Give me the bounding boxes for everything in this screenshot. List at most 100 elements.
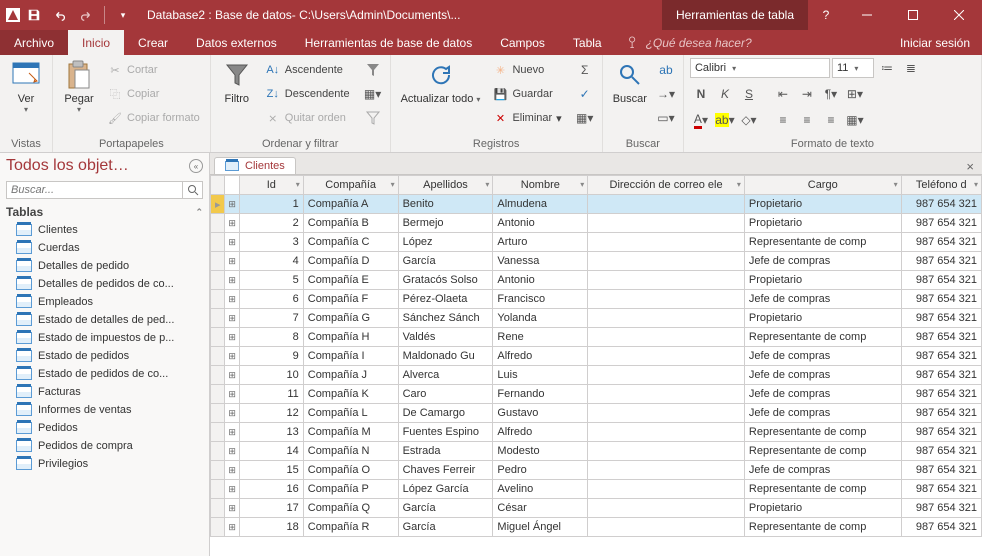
cell-apellidos[interactable]: Caro [398,385,493,404]
cell-apellidos[interactable]: López García [398,480,493,499]
indent-increase-button[interactable]: ⇥ [796,83,818,105]
nav-item[interactable]: Pedidos de compra [0,437,209,455]
expand-button[interactable]: ⊞ [225,404,239,423]
cell-telefono[interactable]: 987 654 321 [901,404,981,423]
italic-button[interactable]: K [714,83,736,105]
nav-item[interactable]: Pedidos [0,419,209,437]
nav-item[interactable]: Cuerdas [0,239,209,257]
cell-email[interactable] [588,309,745,328]
cell-email[interactable] [588,195,745,214]
bold-button[interactable]: N [690,83,712,105]
cell-compania[interactable]: Compañía K [303,385,398,404]
cell-apellidos[interactable]: Chaves Ferreir [398,461,493,480]
expand-button[interactable]: ⊞ [225,461,239,480]
nav-item[interactable]: Empleados [0,293,209,311]
cell-apellidos[interactable]: Valdés [398,328,493,347]
cell-id[interactable]: 7 [239,309,303,328]
cell-email[interactable] [588,366,745,385]
row-selector[interactable] [211,290,225,309]
chevron-down-icon[interactable]: ▾ [894,180,898,189]
cell-cargo[interactable]: Representante de comp [744,442,901,461]
cell-id[interactable]: 18 [239,518,303,537]
save-record-button[interactable]: 💾Guardar [488,83,565,105]
text-direction-button[interactable]: ¶▾ [820,83,842,105]
nav-item[interactable]: Facturas [0,383,209,401]
cell-cargo[interactable]: Jefe de compras [744,404,901,423]
column-header[interactable]: Id▾ [239,176,303,195]
cell-apellidos[interactable]: Benito [398,195,493,214]
row-selector[interactable] [211,214,225,233]
table-row[interactable]: ⊞2Compañía BBermejoAntonioPropietario987… [211,214,982,233]
cell-compania[interactable]: Compañía N [303,442,398,461]
cell-nombre[interactable]: Pedro [493,461,588,480]
font-color-button[interactable]: A▾ [690,109,712,131]
highlight-button[interactable]: ab▾ [714,109,736,131]
row-selector[interactable]: ▸ [211,195,225,214]
cell-telefono[interactable]: 987 654 321 [901,442,981,461]
cell-telefono[interactable]: 987 654 321 [901,328,981,347]
cell-telefono[interactable]: 987 654 321 [901,385,981,404]
cell-telefono[interactable]: 987 654 321 [901,499,981,518]
expand-button[interactable]: ⊞ [225,290,239,309]
cell-compania[interactable]: Compañía J [303,366,398,385]
table-row[interactable]: ⊞11Compañía KCaroFernandoJefe de compras… [211,385,982,404]
nav-toggle-icon[interactable]: « [189,159,203,173]
nav-search-input[interactable] [6,181,183,199]
cell-email[interactable] [588,423,745,442]
cell-email[interactable] [588,385,745,404]
cell-nombre[interactable]: Miguel Ángel [493,518,588,537]
cell-cargo[interactable]: Propietario [744,499,901,518]
cell-compania[interactable]: Compañía E [303,271,398,290]
more-records-button[interactable]: ▦▾ [574,107,596,129]
font-select[interactable]: Calibri▾ [690,58,830,78]
cell-email[interactable] [588,290,745,309]
nav-item[interactable]: Clientes [0,221,209,239]
minimize-button[interactable] [844,0,890,30]
cell-nombre[interactable]: Yolanda [493,309,588,328]
table-row[interactable]: ⊞16Compañía PLópez GarcíaAvelinoRepresen… [211,480,982,499]
nav-group-tables[interactable]: Tablas⌃ [0,203,209,221]
table-row[interactable]: ⊞7Compañía GSánchez SánchYolandaPropieta… [211,309,982,328]
tab-dbtools[interactable]: Herramientas de base de datos [291,30,486,55]
cell-cargo[interactable]: Propietario [744,195,901,214]
nav-item[interactable]: Privilegios [0,455,209,473]
expand-button[interactable]: ⊞ [225,271,239,290]
row-selector[interactable] [211,328,225,347]
row-selector[interactable] [211,404,225,423]
cell-cargo[interactable]: Representante de comp [744,233,901,252]
chevron-down-icon[interactable]: ▾ [580,180,584,189]
datasheet-close-button[interactable]: × [958,159,982,174]
table-row[interactable]: ⊞3Compañía CLópezArturoRepresentante de … [211,233,982,252]
chevron-down-icon[interactable]: ▾ [737,180,741,189]
cell-cargo[interactable]: Jefe de compras [744,290,901,309]
cell-id[interactable]: 4 [239,252,303,271]
cell-compania[interactable]: Compañía P [303,480,398,499]
cell-cargo[interactable]: Representante de comp [744,423,901,442]
cell-cargo[interactable]: Jefe de compras [744,385,901,404]
cell-email[interactable] [588,347,745,366]
cell-telefono[interactable]: 987 654 321 [901,518,981,537]
tab-external[interactable]: Datos externos [182,30,291,55]
expand-button[interactable]: ⊞ [225,423,239,442]
row-selector[interactable] [211,233,225,252]
fill-color-button[interactable]: ◇▾ [738,109,760,131]
close-button[interactable] [936,0,982,30]
nav-item[interactable]: Informes de ventas [0,401,209,419]
nav-item[interactable]: Estado de impuestos de p... [0,329,209,347]
cell-telefono[interactable]: 987 654 321 [901,195,981,214]
cell-email[interactable] [588,404,745,423]
cell-cargo[interactable]: Jefe de compras [744,461,901,480]
cell-apellidos[interactable]: Fuentes Espino [398,423,493,442]
cell-cargo[interactable]: Jefe de compras [744,347,901,366]
table-row[interactable]: ⊞4Compañía DGarcíaVanessaJefe de compras… [211,252,982,271]
cell-email[interactable] [588,214,745,233]
tab-create[interactable]: Crear [124,30,182,55]
select-button[interactable]: ▭▾ [655,107,677,129]
align-center-button[interactable]: ≡ [796,109,818,131]
selection-filter-button[interactable] [362,59,384,81]
indent-decrease-button[interactable]: ⇤ [772,83,794,105]
row-selector[interactable] [211,385,225,404]
cell-compania[interactable]: Compañía L [303,404,398,423]
cell-id[interactable]: 11 [239,385,303,404]
row-selector[interactable] [211,423,225,442]
